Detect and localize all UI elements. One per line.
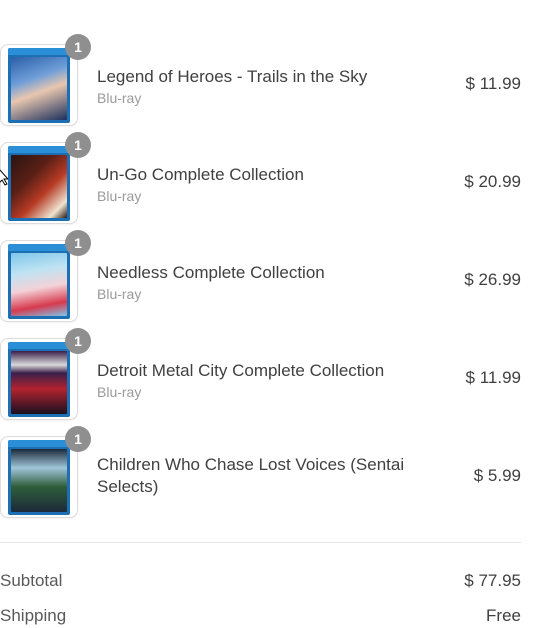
cover-art <box>11 155 67 218</box>
bluray-cover-image <box>8 146 70 221</box>
bluray-banner <box>8 48 70 55</box>
cart-item: 1 Detroit Metal City Complete Collection… <box>0 328 521 422</box>
shipping-value: Free <box>486 606 521 625</box>
product-thumbnail[interactable]: 1 <box>0 132 91 224</box>
subtotal-value: $ 77.95 <box>464 571 521 590</box>
item-info: Children Who Chase Lost Voices (Sentai S… <box>97 454 427 498</box>
quantity-badge: 1 <box>65 34 91 60</box>
item-format: Blu-ray <box>97 188 142 204</box>
item-title: Un-Go Complete Collection <box>97 165 304 184</box>
item-price: $ 26.99 <box>464 270 521 289</box>
cover-art <box>11 351 67 414</box>
mouse-cursor-icon <box>0 169 8 186</box>
quantity-badge: 1 <box>65 328 91 354</box>
cover-art <box>11 57 67 120</box>
item-info: Legend of Heroes - Trails in the Sky Blu… <box>97 66 427 108</box>
quantity-badge: 1 <box>65 426 91 452</box>
item-title: Detroit Metal City Complete Collection <box>97 361 385 380</box>
item-price: $ 11.99 <box>465 74 521 93</box>
bluray-banner <box>8 440 70 447</box>
product-thumbnail[interactable]: 1 <box>0 328 91 420</box>
item-title: Needless Complete Collection <box>97 263 325 282</box>
cart-item: 1 Needless Complete Collection Blu-ray $… <box>0 230 521 324</box>
product-thumbnail[interactable]: 1 <box>0 426 91 518</box>
quantity-badge: 1 <box>65 230 91 256</box>
summary-divider <box>0 542 521 543</box>
cover-art <box>11 449 67 512</box>
item-format: Blu-ray <box>97 286 142 302</box>
order-summary-panel: 1 Legend of Heroes - Trails in the Sky B… <box>0 0 559 626</box>
shipping-row: Shipping Free <box>0 606 521 628</box>
cart-item: 1 Un-Go Complete Collection Blu-ray $ 20… <box>0 132 521 226</box>
item-format: Blu-ray <box>97 90 142 106</box>
item-format: Blu-ray <box>97 384 142 400</box>
product-thumbnail[interactable]: 1 <box>0 34 91 126</box>
shipping-label: Shipping <box>0 606 67 625</box>
item-info: Un-Go Complete Collection Blu-ray <box>97 164 427 206</box>
bluray-banner <box>8 244 70 251</box>
cart-item: 1 Children Who Chase Lost Voices (Sentai… <box>0 426 521 520</box>
quantity-badge: 1 <box>65 132 91 158</box>
item-price: $ 20.99 <box>464 172 521 191</box>
item-info: Detroit Metal City Complete Collection B… <box>97 360 427 402</box>
product-thumbnail[interactable]: 1 <box>0 230 91 322</box>
bluray-cover-image <box>8 342 70 417</box>
subtotal-label: Subtotal <box>0 571 63 590</box>
bluray-cover-image <box>8 440 70 515</box>
item-info: Needless Complete Collection Blu-ray <box>97 262 427 304</box>
item-title: Children Who Chase Lost Voices (Sentai S… <box>97 455 405 496</box>
bluray-banner <box>8 342 70 349</box>
item-price: $ 5.99 <box>473 466 521 485</box>
item-title: Legend of Heroes - Trails in the Sky <box>97 67 368 86</box>
bluray-banner <box>8 146 70 153</box>
cart-item: 1 Legend of Heroes - Trails in the Sky B… <box>0 34 521 128</box>
bluray-cover-image <box>8 48 70 123</box>
bluray-cover-image <box>8 244 70 319</box>
subtotal-row: Subtotal $ 77.95 <box>0 571 521 593</box>
item-price: $ 11.99 <box>465 368 521 387</box>
cover-art <box>11 253 67 316</box>
